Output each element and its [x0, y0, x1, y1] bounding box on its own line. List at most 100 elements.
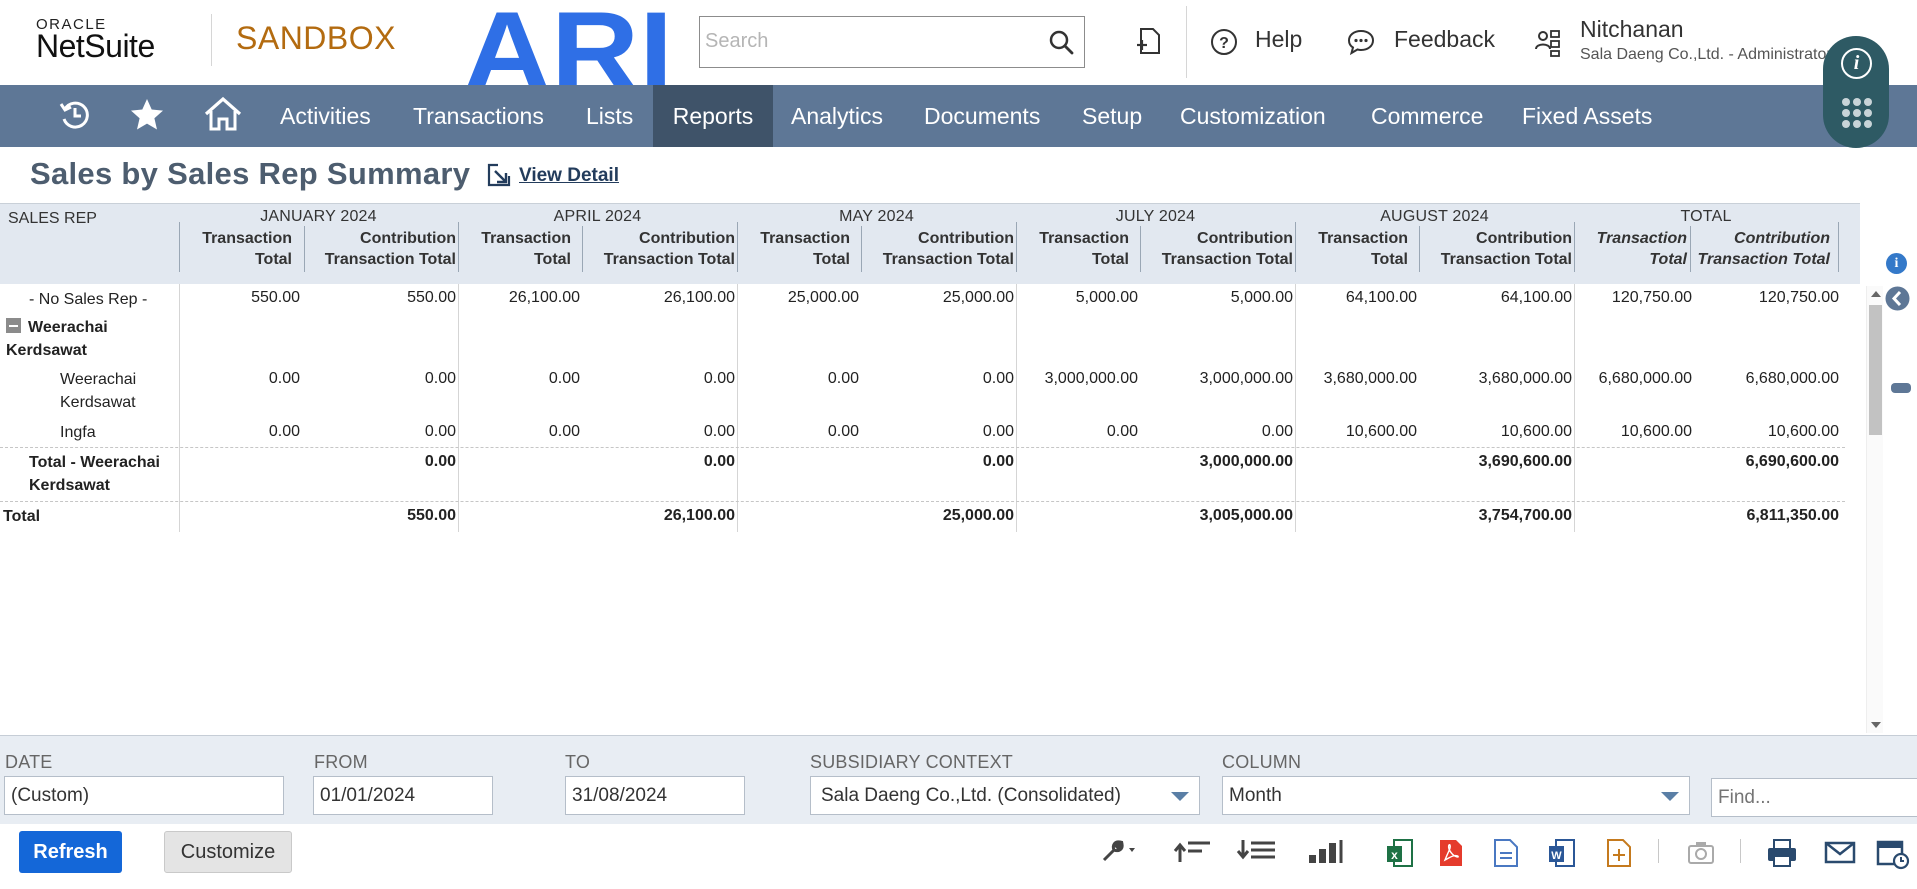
custom-export-icon[interactable]: [1606, 838, 1632, 868]
help-link[interactable]: Help: [1255, 26, 1302, 53]
scroll-down-arrow[interactable]: [1871, 722, 1881, 728]
to-date-field[interactable]: 31/08/2024: [565, 776, 745, 815]
csv-export-icon[interactable]: [1493, 838, 1519, 868]
find-input[interactable]: [1711, 778, 1917, 817]
search-icon[interactable]: [1048, 29, 1074, 55]
expand-all-icon[interactable]: [1235, 838, 1277, 864]
excel-export-icon[interactable]: x: [1385, 838, 1415, 868]
app-grid-icon[interactable]: [1842, 98, 1872, 128]
nav-commerce[interactable]: Commerce: [1371, 85, 1483, 147]
netsuite-logo[interactable]: ORACLE NetSuite: [36, 16, 155, 65]
group-label[interactable]: Weerachai: [28, 316, 108, 339]
word-export-icon[interactable]: W: [1547, 838, 1577, 868]
recent-history-icon[interactable]: [57, 97, 93, 133]
report-filters: DATE (Custom) FROM 01/01/2024 TO 31/08/2…: [0, 735, 1917, 824]
home-icon[interactable]: [203, 95, 243, 133]
col-header-transaction-total[interactable]: Transaction Total: [1017, 228, 1129, 270]
nav-lists[interactable]: Lists: [586, 85, 633, 147]
col-header-contribution-total[interactable]: Contribution Transaction Total: [1133, 228, 1293, 270]
pdf-export-icon[interactable]: [1437, 838, 1465, 868]
snapshot-icon[interactable]: [1686, 838, 1716, 866]
user-roles-icon[interactable]: [1533, 28, 1563, 58]
from-date-field[interactable]: 01/01/2024: [313, 776, 493, 815]
svg-text:x: x: [1391, 848, 1398, 862]
chevron-down-icon[interactable]: [1171, 792, 1189, 801]
col-header-transaction-total[interactable]: Transaction Total: [459, 228, 571, 270]
column-divider: [458, 222, 459, 272]
user-name[interactable]: Nitchanan: [1580, 16, 1684, 43]
favorites-star-icon[interactable]: [128, 96, 166, 134]
nav-customization[interactable]: Customization: [1180, 85, 1326, 147]
help-assistant-widget[interactable]: i: [1823, 36, 1889, 148]
col-header-transaction-total[interactable]: Transaction Total: [738, 228, 850, 270]
refresh-button[interactable]: Refresh: [19, 831, 122, 873]
info-icon[interactable]: i: [1841, 48, 1872, 79]
user-role-context[interactable]: Sala Daeng Co.,Ltd. - Administrator: [1580, 46, 1838, 64]
wrench-icon[interactable]: [1101, 838, 1139, 864]
col-header-transaction-total[interactable]: Transaction Total: [1575, 228, 1687, 270]
nav-setup[interactable]: Setup: [1082, 85, 1142, 147]
body-column-divider: [1016, 284, 1017, 532]
cell-value: 0.00: [827, 423, 859, 440]
nav-fixed-assets[interactable]: Fixed Assets: [1522, 85, 1652, 147]
scroll-thumb[interactable]: [1869, 305, 1882, 435]
nav-reports[interactable]: Reports: [653, 85, 773, 147]
cell-value: 3,000,000.00: [1044, 370, 1138, 387]
customize-button[interactable]: Customize: [164, 831, 292, 873]
chevron-down-icon[interactable]: [1661, 792, 1679, 801]
col-header-contribution-total[interactable]: Contribution Transaction Total: [854, 228, 1014, 270]
toolbar-divider: [1740, 839, 1741, 863]
body-column-divider: [1295, 284, 1296, 532]
schedule-icon[interactable]: [1876, 838, 1910, 870]
row-label[interactable]: Ingfa: [60, 421, 96, 444]
cell-value: 0.00: [548, 370, 580, 387]
row-label[interactable]: Kerdsawat: [60, 391, 136, 414]
date-filter-field[interactable]: (Custom): [4, 776, 284, 815]
feedback-icon[interactable]: [1346, 28, 1376, 56]
nav-activities[interactable]: Activities: [280, 85, 371, 147]
cell-value: 120,750.00: [1611, 289, 1692, 306]
cell-value: 25,000.00: [942, 507, 1014, 524]
email-icon[interactable]: [1824, 838, 1856, 866]
feedback-link[interactable]: Feedback: [1394, 26, 1495, 53]
print-icon[interactable]: [1766, 838, 1798, 868]
row-label[interactable]: Weerachai: [60, 368, 136, 391]
panel-handle[interactable]: [1891, 383, 1911, 393]
help-icon[interactable]: ?: [1210, 28, 1238, 56]
nav-transactions[interactable]: Transactions: [413, 85, 544, 147]
body-column-divider: [458, 284, 459, 532]
view-detail-link[interactable]: View Detail: [519, 165, 619, 187]
nav-documents[interactable]: Documents: [924, 85, 1040, 147]
cell-value: 64,100.00: [1345, 289, 1417, 306]
collapse-toggle-icon[interactable]: [6, 318, 21, 333]
view-detail-icon[interactable]: [486, 162, 512, 188]
report-scrollbar[interactable]: [1866, 286, 1883, 733]
cell-value: 0.00: [424, 453, 456, 470]
page-title: Sales by Sales Rep Summary: [30, 156, 471, 191]
col-header-transaction-total[interactable]: Transaction Total: [1296, 228, 1408, 270]
report-header: SALES REP JANUARY 2024 APRIL 2024 MAY 20…: [0, 203, 1860, 284]
col-header-contribution-total[interactable]: Contribution Transaction Total: [575, 228, 735, 270]
chart-icon[interactable]: [1306, 838, 1348, 864]
row-label[interactable]: - No Sales Rep -: [29, 288, 147, 311]
column-select[interactable]: Month: [1222, 776, 1690, 815]
group-label[interactable]: Kerdsawat: [6, 339, 87, 362]
date-filter-label: DATE: [5, 752, 53, 772]
col-header-contribution-total[interactable]: Contribution Transaction Total: [296, 228, 456, 270]
subsidiary-context-select[interactable]: Sala Daeng Co.,Ltd. (Consolidated): [810, 776, 1200, 815]
nav-analytics[interactable]: Analytics: [791, 85, 883, 147]
cell-value: 26,100.00: [663, 507, 735, 524]
recent-records-icon[interactable]: [1134, 26, 1164, 56]
search-input[interactable]: [700, 17, 1030, 65]
collapse-panel-icon[interactable]: [1885, 286, 1910, 311]
col-header-transaction-total[interactable]: Transaction Total: [180, 228, 292, 270]
cell-value: 25,000.00: [787, 289, 859, 306]
company-logo: ARI: [463, 0, 673, 85]
global-search[interactable]: [699, 16, 1085, 68]
scroll-up-arrow[interactable]: [1871, 291, 1881, 297]
collapse-all-icon[interactable]: [1172, 838, 1212, 864]
cell-value: 26,100.00: [663, 289, 735, 306]
col-header-contribution-total[interactable]: Contribution Transaction Total: [1691, 228, 1830, 270]
report-info-icon[interactable]: i: [1886, 253, 1907, 274]
col-header-contribution-total[interactable]: Contribution Transaction Total: [1412, 228, 1572, 270]
